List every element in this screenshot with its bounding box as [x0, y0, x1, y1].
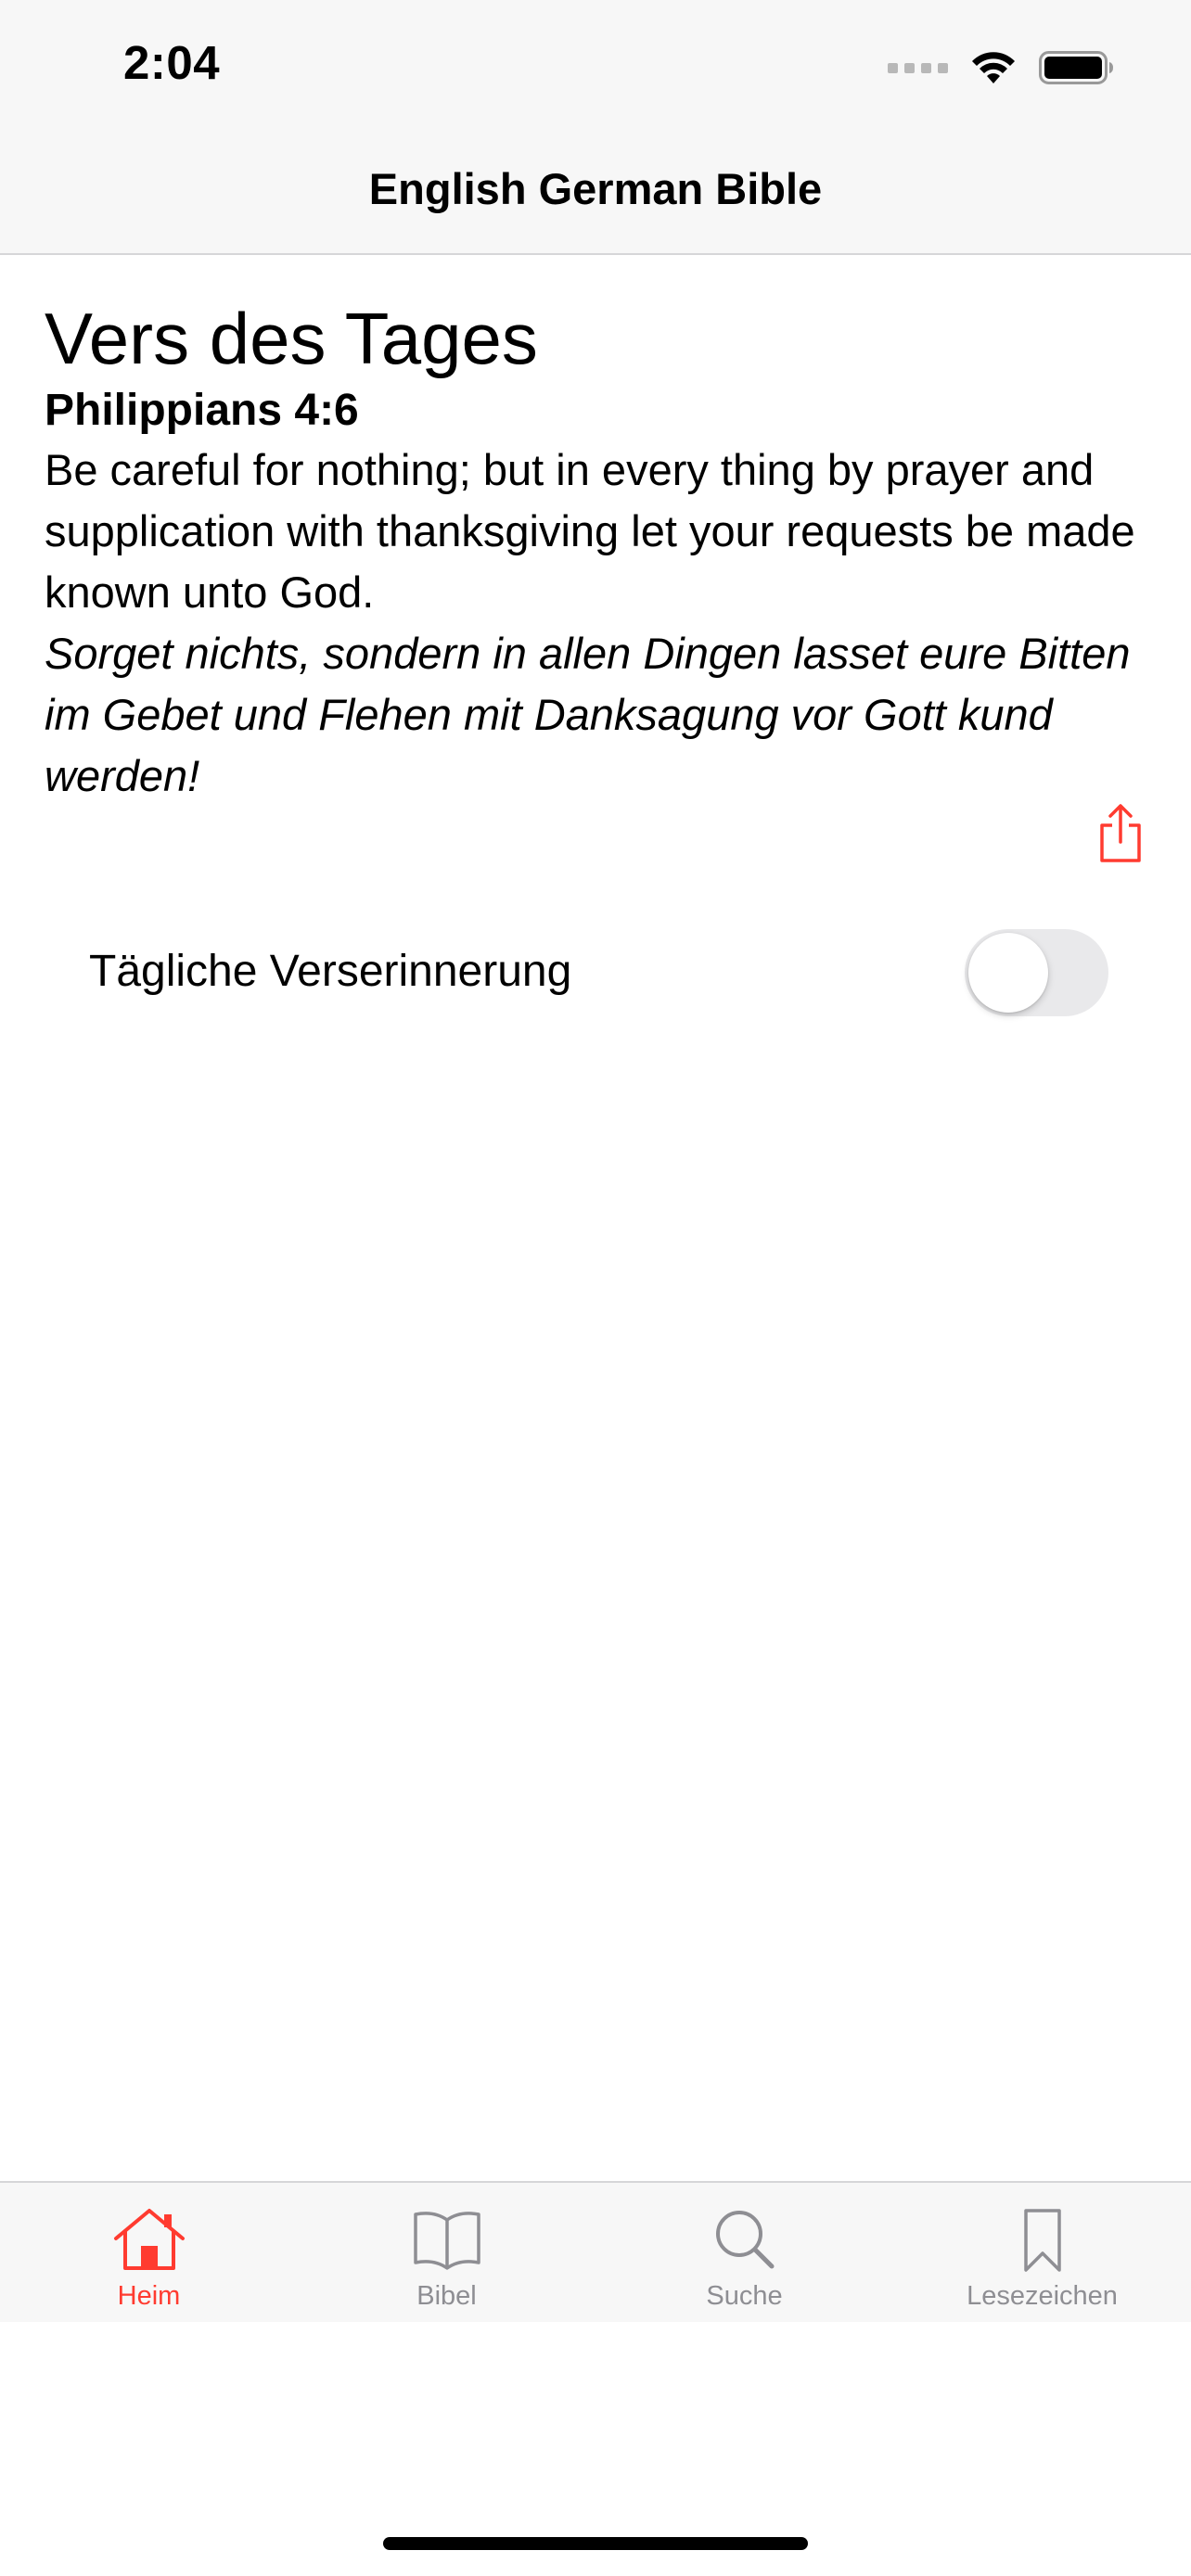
verse-german-text: Sorget nichts, sondern in allen Dingen l…	[45, 629, 1131, 800]
verse-english-text: Be careful for nothing; but in every thi…	[45, 445, 1135, 617]
tab-home-label: Heim	[117, 2281, 181, 2311]
tab-search-label: Suche	[706, 2281, 783, 2311]
home-indicator	[383, 2537, 808, 2550]
app-screen: 2:04 English German Bible Vers des Tages…	[0, 0, 1191, 2576]
tab-bar: Heim Bibel Suche Lesezeichen	[0, 2181, 1191, 2322]
tab-search[interactable]: Suche	[596, 2183, 893, 2322]
nav-title: English German Bible	[368, 164, 823, 213]
daily-reminder-row: Tägliche Verserinnerung	[89, 918, 1109, 1029]
tab-home[interactable]: Heim	[0, 2183, 298, 2322]
daily-reminder-toggle[interactable]	[965, 929, 1108, 1016]
verse-of-day-section: Vers des Tages Philippians 4:6 Be carefu…	[45, 297, 1148, 807]
house-icon	[113, 2209, 185, 2270]
share-icon	[1100, 804, 1141, 862]
toggle-knob	[968, 933, 1048, 1013]
bookmark-icon	[1023, 2209, 1061, 2272]
magnifier-icon	[715, 2211, 774, 2269]
tab-bookmarks-label: Lesezeichen	[967, 2281, 1118, 2311]
share-button[interactable]	[1095, 803, 1146, 864]
verse-reference: Philippians 4:6	[45, 386, 359, 435]
wifi-icon	[972, 52, 1015, 83]
status-icons	[888, 45, 1115, 91]
book-icon	[413, 2212, 480, 2270]
battery-icon	[1039, 51, 1113, 84]
daily-reminder-label: Tägliche Verserinnerung	[89, 947, 572, 996]
status-time: 2:04	[123, 36, 221, 89]
tab-bible-label: Bibel	[416, 2281, 477, 2311]
tab-bible[interactable]: Bibel	[298, 2183, 596, 2322]
tab-bookmarks[interactable]: Lesezeichen	[893, 2183, 1191, 2322]
navigation-bar: 2:04 English German Bible	[0, 0, 1191, 255]
cellular-signal-icon	[888, 62, 948, 73]
verse-of-day-heading: Vers des Tages	[45, 298, 538, 379]
